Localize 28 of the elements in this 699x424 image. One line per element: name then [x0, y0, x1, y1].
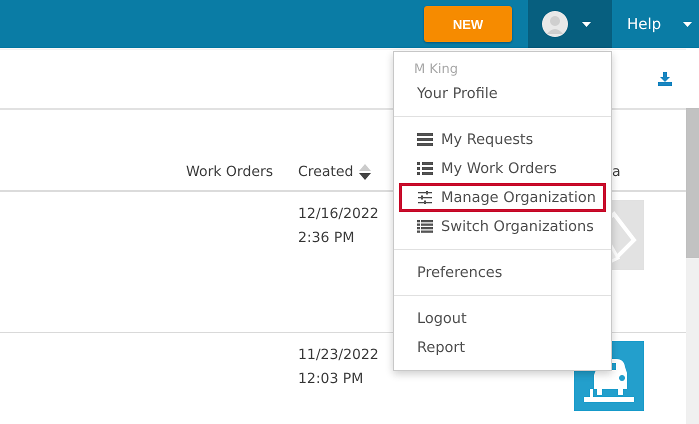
date-text: 11/23/2022 — [298, 346, 379, 365]
menu-item[interactable]: Preferences — [399, 258, 606, 287]
list-icon — [417, 162, 435, 175]
time-text: 12:03 PM — [298, 370, 364, 389]
menu-item[interactable]: Manage Organization — [399, 183, 606, 212]
scrollbar-thumb[interactable] — [686, 108, 699, 258]
user-name: M King — [413, 61, 459, 79]
menu-item[interactable]: Your Profile — [399, 79, 606, 108]
column-header: a — [612, 164, 621, 180]
menu-item[interactable]: My Work Orders — [399, 154, 606, 183]
avatar-icon — [542, 11, 568, 37]
download-icon[interactable] — [658, 72, 672, 86]
menu-item[interactable]: Switch Organizations — [399, 212, 606, 241]
sliders-icon — [417, 191, 435, 204]
date-text: 12/16/2022 — [298, 205, 379, 224]
column-header: Work Orders — [186, 164, 273, 180]
sort-icon[interactable] — [359, 164, 372, 180]
menu-item[interactable]: Report — [399, 333, 606, 362]
time-text: 2:36 PM — [298, 229, 354, 248]
stacked-bars-icon — [417, 133, 435, 146]
scrollbar[interactable] — [686, 108, 699, 424]
list-icon — [417, 220, 435, 233]
menu-item[interactable]: Logout — [399, 304, 606, 333]
caret-icon — [582, 22, 591, 26]
menu-item[interactable]: My Requests — [399, 125, 606, 154]
column-header[interactable]: Created — [298, 164, 354, 180]
user-menu-button[interactable] — [528, 0, 612, 48]
caret-icon — [683, 22, 692, 26]
